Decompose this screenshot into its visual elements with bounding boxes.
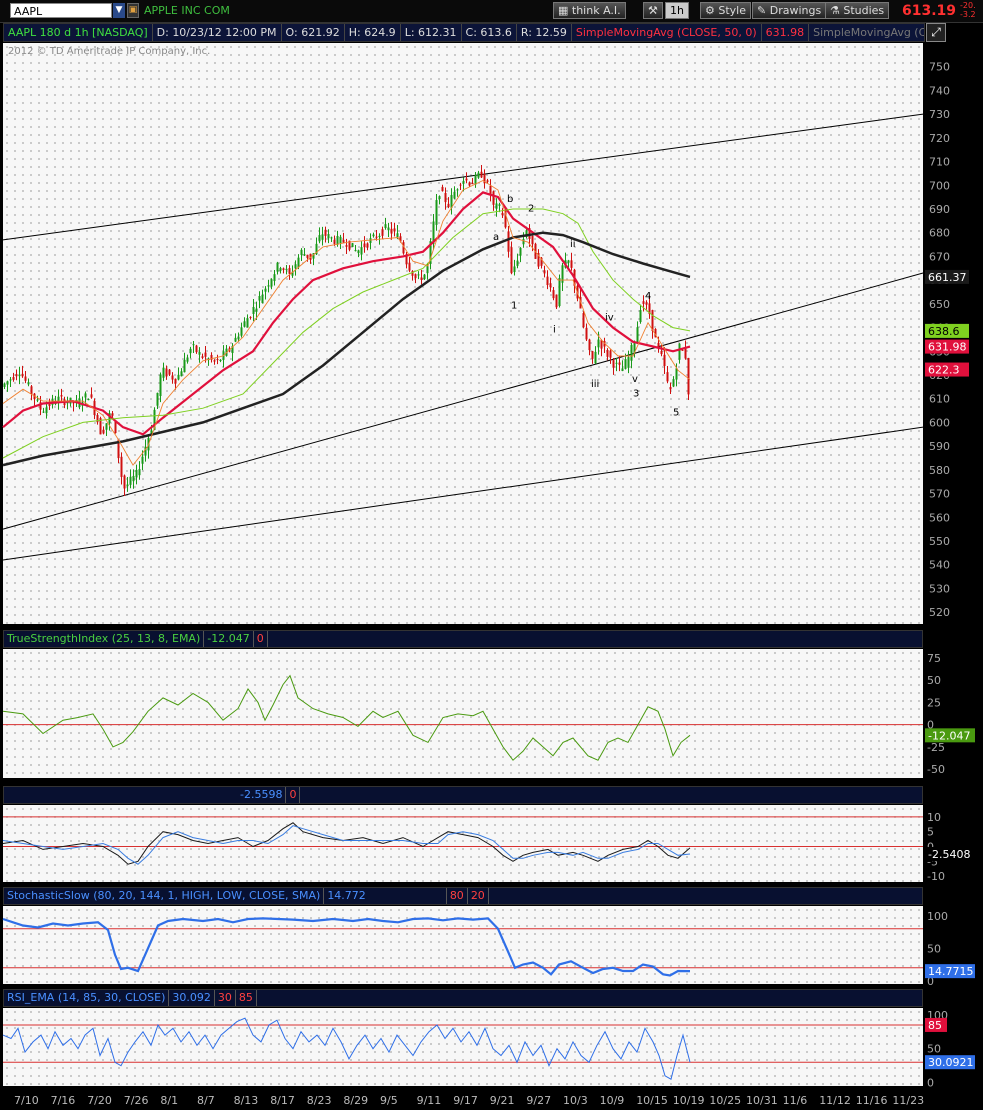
macd-series-line [2, 825, 691, 865]
macd-series-line [2, 822, 691, 865]
x-tick-label: 9/11 [417, 1094, 442, 1107]
tsi-tick-label: -50 [927, 763, 945, 776]
stoch-end-label: 14.7715 [928, 965, 974, 978]
x-tick-label: 7/20 [87, 1094, 112, 1107]
x-tick-label: 10/9 [600, 1094, 625, 1107]
x-tick-label: 11/12 [819, 1094, 851, 1107]
x-tick-label: 9/5 [380, 1094, 398, 1107]
rsi-top-label: 85 [928, 1019, 942, 1032]
indicator-charts: 7550250-25-501050-5-10-2.540810050014.77… [2, 652, 975, 1107]
stoch-tick-label: 100 [927, 910, 948, 923]
x-tick-label: 8/7 [197, 1094, 215, 1107]
x-tick-label: 10/25 [709, 1094, 741, 1107]
rsi-tick-label: 0 [927, 1077, 934, 1090]
x-tick-label: 9/17 [453, 1094, 478, 1107]
x-tick-label: 9/21 [490, 1094, 515, 1107]
macd-tick-label: 5 [927, 826, 934, 839]
tsi-end-label: -12.047 [928, 729, 970, 742]
x-tick-label: 11/23 [892, 1094, 924, 1107]
tsi-series-line [2, 674, 691, 761]
rsi-end-label: 30.0921 [928, 1056, 974, 1069]
stoch-series-line [2, 917, 691, 977]
x-tick-label: 7/10 [14, 1094, 39, 1107]
rsi-tick-label: 50 [927, 1043, 941, 1056]
tsi-tick-label: 25 [927, 696, 941, 709]
x-tick-label: 8/17 [270, 1094, 295, 1107]
x-tick-label: 10/3 [563, 1094, 588, 1107]
stoch-tick-label: 50 [927, 942, 941, 955]
x-tick-label: 8/13 [234, 1094, 259, 1107]
macd-tick-label: 10 [927, 811, 941, 824]
x-tick-label: 7/16 [51, 1094, 76, 1107]
rsi-series-line [2, 1017, 691, 1080]
macd-end-label: -2.5408 [928, 848, 970, 861]
tsi-tick-label: -25 [927, 741, 945, 754]
tsi-tick-label: 50 [927, 674, 941, 687]
x-tick-label: 10/15 [636, 1094, 668, 1107]
x-tick-label: 8/29 [343, 1094, 368, 1107]
macd-tick-label: -10 [927, 870, 945, 883]
x-tick-label: 7/26 [124, 1094, 149, 1107]
x-tick-label: 9/27 [526, 1094, 551, 1107]
x-tick-label: 8/23 [307, 1094, 332, 1107]
x-tick-label: 8/1 [160, 1094, 178, 1107]
x-tick-label: 11/16 [856, 1094, 888, 1107]
x-tick-label: 11/6 [783, 1094, 808, 1107]
x-tick-label: 10/31 [746, 1094, 778, 1107]
tsi-tick-label: 75 [927, 652, 941, 665]
x-tick-label: 10/19 [673, 1094, 705, 1107]
